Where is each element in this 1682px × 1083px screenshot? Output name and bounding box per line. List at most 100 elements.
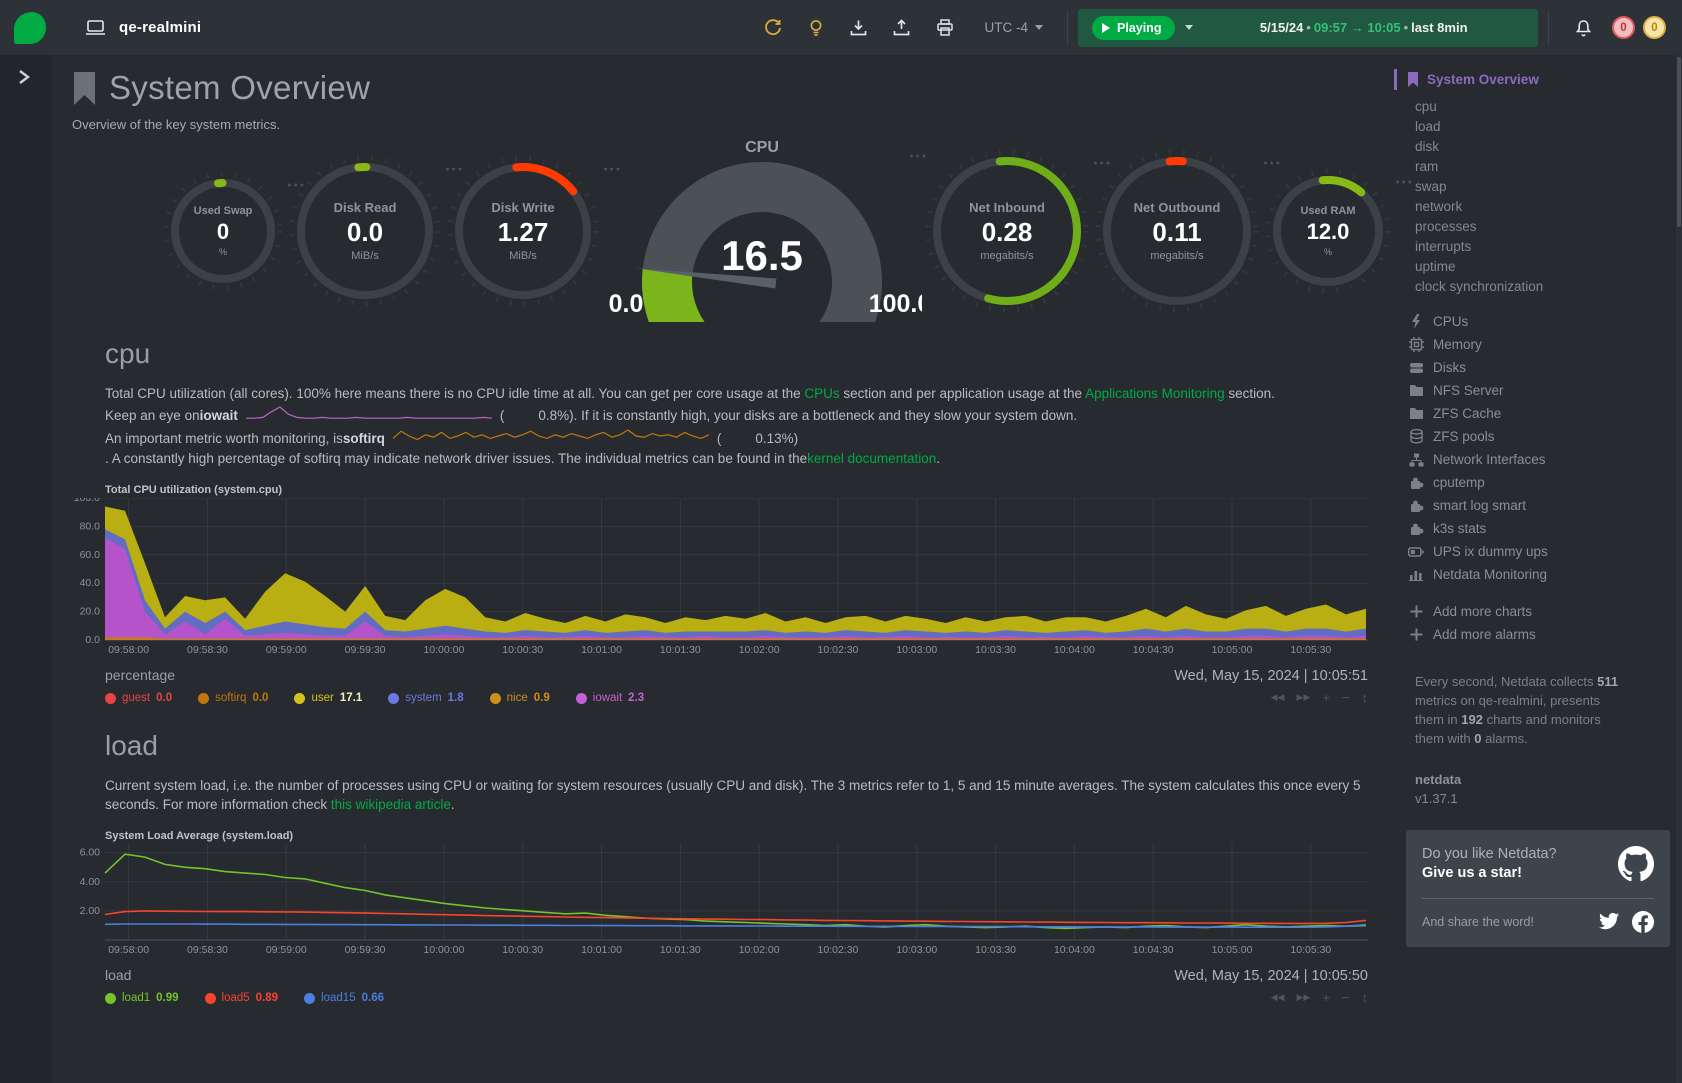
play-button[interactable]: Playing — [1092, 16, 1175, 40]
gauge-used-ram[interactable]: Used RAM 12.0 %●●● — [1262, 165, 1394, 297]
svg-text:10:01:00: 10:01:00 — [581, 644, 622, 656]
gauge-disk-read[interactable]: Disk Read 0.0 MiB/s●●● — [286, 152, 444, 310]
chart-nav-zoom-in[interactable]: + — [1322, 690, 1330, 705]
timezone-selector[interactable]: UTC -4 — [967, 20, 1058, 35]
chart-nav-resize[interactable]: ↕ — [1362, 690, 1369, 705]
legend-item-load5[interactable]: load50.89 — [205, 992, 279, 1004]
product-name: netdata — [1415, 770, 1676, 789]
legend-item-guest[interactable]: guest0.0 — [105, 692, 172, 704]
legend-item-user[interactable]: user17.1 — [294, 692, 362, 704]
sidebar-item-label: Disks — [1433, 360, 1466, 375]
cpu-chart[interactable]: 09:58:0009:58:3009:59:0009:59:3010:00:00… — [65, 498, 1390, 663]
sidebar-item-system-overview[interactable]: System Overview — [1394, 69, 1676, 90]
sidebar-item-load[interactable]: load — [1394, 116, 1676, 136]
time-range-text[interactable]: 5/15/24•09:57 → 10:05•last 8min — [1203, 20, 1524, 35]
sidebar-item-smart-log-smart[interactable]: smart log smart — [1394, 494, 1676, 517]
chart-nav-resize[interactable]: ↕ — [1362, 990, 1369, 1005]
bulb-icon[interactable] — [795, 19, 837, 37]
play-dropdown-caret[interactable] — [1185, 25, 1193, 30]
netdata-logo[interactable] — [14, 12, 46, 44]
sidebar-item-nfs-server[interactable]: NFS Server — [1394, 379, 1676, 402]
text-link[interactable]: kernel documentation — [807, 449, 936, 468]
print-icon[interactable] — [923, 19, 967, 36]
sidebar-item-uptime[interactable]: uptime — [1394, 256, 1676, 276]
warning-alarms-badge[interactable]: 0 — [1643, 16, 1666, 39]
legend-item-load1[interactable]: load10.99 — [105, 992, 179, 1004]
svg-text:0.0: 0.0 — [609, 290, 644, 318]
gauge-label: Net Inbound — [969, 200, 1045, 215]
svg-text:10:02:30: 10:02:30 — [818, 644, 859, 656]
refresh-icon[interactable] — [751, 19, 795, 37]
expand-sidebar-button[interactable] — [16, 69, 32, 85]
sidebar-item-add-more-charts[interactable]: Add more charts — [1394, 600, 1676, 623]
page-scrollbar[interactable] — [1676, 55, 1682, 1083]
gauge-used-swap[interactable]: Used Swap 0 %●●● — [160, 168, 286, 294]
scrollbar-thumb[interactable] — [1677, 57, 1681, 227]
legend-value: 17.1 — [340, 692, 362, 704]
sidebar-item-cpus[interactable]: CPUs — [1394, 310, 1676, 333]
text: iowait — [200, 406, 238, 425]
sidebar-item-zfs-cache[interactable]: ZFS Cache — [1394, 402, 1676, 425]
version-number[interactable]: v1.37.1 — [1415, 789, 1676, 808]
upload-icon[interactable] — [880, 19, 923, 36]
sidebar-item-ram[interactable]: ram — [1394, 156, 1676, 176]
download-icon[interactable] — [837, 19, 880, 36]
sidebar-item-network[interactable]: network — [1394, 196, 1676, 216]
text-link[interactable]: this wikipedia article — [331, 797, 451, 812]
gauge-label: Used Swap — [194, 205, 253, 217]
sidebar-item-ups-ix-dummy-ups[interactable]: UPS ix dummy ups — [1394, 540, 1676, 563]
sidebar-item-cputemp[interactable]: cputemp — [1394, 471, 1676, 494]
gauge-unit: megabits/s — [980, 250, 1033, 262]
chart-nav-backward[interactable]: ◀◀ — [1271, 992, 1285, 1003]
sidebar-item-network-interfaces[interactable]: Network Interfaces — [1394, 448, 1676, 471]
memory-icon — [1408, 337, 1424, 352]
chart-nav-zoom-out[interactable]: − — [1342, 690, 1350, 705]
text: section and per application usage at the — [840, 386, 1085, 401]
cpu-chart-units: percentage — [105, 667, 175, 683]
legend-item-load15[interactable]: load150.66 — [304, 992, 384, 1004]
twitter-icon[interactable] — [1598, 911, 1620, 933]
svg-text:100.0: 100.0 — [74, 498, 100, 504]
critical-alarms-badge[interactable]: 0 — [1612, 16, 1635, 39]
legend-item-iowait[interactable]: iowait2.3 — [576, 692, 644, 704]
legend-item-softirq[interactable]: softirq0.0 — [198, 692, 268, 704]
legend-item-nice[interactable]: nice0.9 — [490, 692, 550, 704]
sidebar-item-add-more-alarms[interactable]: Add more alarms — [1394, 623, 1676, 646]
range-end: 10:05 — [1367, 20, 1400, 35]
svg-text:0.0: 0.0 — [85, 634, 100, 646]
chart-nav-forward[interactable]: ▶▶ — [1296, 992, 1310, 1003]
gauge-disk-write[interactable]: Disk Write 1.27 MiB/s●●● — [444, 152, 602, 310]
network-icon — [1408, 453, 1424, 467]
load-chart[interactable]: 09:58:0009:58:3009:59:0009:59:3010:00:00… — [65, 844, 1390, 963]
sidebar-item-swap[interactable]: swap — [1394, 176, 1676, 196]
sidebar-item-zfs-pools[interactable]: ZFS pools — [1394, 425, 1676, 448]
hostname[interactable]: qe-realmini — [119, 19, 201, 36]
legend-item-system[interactable]: system1.8 — [388, 692, 463, 704]
sidebar-item-k3s-stats[interactable]: k3s stats — [1394, 517, 1676, 540]
chart-nav-backward[interactable]: ◀◀ — [1271, 692, 1285, 703]
share-label: And share the word! — [1422, 915, 1534, 929]
bell-icon[interactable] — [1559, 19, 1604, 37]
svg-text:09:58:30: 09:58:30 — [187, 644, 228, 656]
sidebar-item-memory[interactable]: Memory — [1394, 333, 1676, 356]
chart-nav-zoom-in[interactable]: + — [1322, 990, 1330, 1005]
sidebar-item-disk[interactable]: disk — [1394, 136, 1676, 156]
chart-nav-forward[interactable]: ▶▶ — [1296, 692, 1310, 703]
gauge-net-outbound[interactable]: Net Outbound 0.11 megabits/s●●● — [1092, 146, 1262, 316]
text-link[interactable]: Applications Monitoring — [1085, 386, 1225, 401]
gauge-cpu[interactable]: CPU16.50.0100.0%●●● — [602, 139, 922, 324]
sidebar-item-label: NFS Server — [1433, 383, 1504, 398]
sidebar-item-netdata-monitoring[interactable]: Netdata Monitoring — [1394, 563, 1676, 586]
sidebar-item-cpu[interactable]: cpu — [1394, 96, 1676, 116]
svg-text:09:59:00: 09:59:00 — [266, 644, 307, 656]
svg-text:4.00: 4.00 — [80, 876, 101, 888]
text-link[interactable]: CPUs — [804, 386, 839, 401]
github-icon[interactable] — [1618, 846, 1654, 882]
facebook-icon[interactable] — [1632, 911, 1654, 933]
gauge-net-inbound[interactable]: Net Inbound 0.28 megabits/s●●● — [922, 146, 1092, 316]
chart-nav-zoom-out[interactable]: − — [1342, 990, 1350, 1005]
sidebar-item-processes[interactable]: processes — [1394, 216, 1676, 236]
sidebar-item-disks[interactable]: Disks — [1394, 356, 1676, 379]
sidebar-item-clock-synchronization[interactable]: clock synchronization — [1394, 276, 1676, 296]
sidebar-item-interrupts[interactable]: interrupts — [1394, 236, 1676, 256]
